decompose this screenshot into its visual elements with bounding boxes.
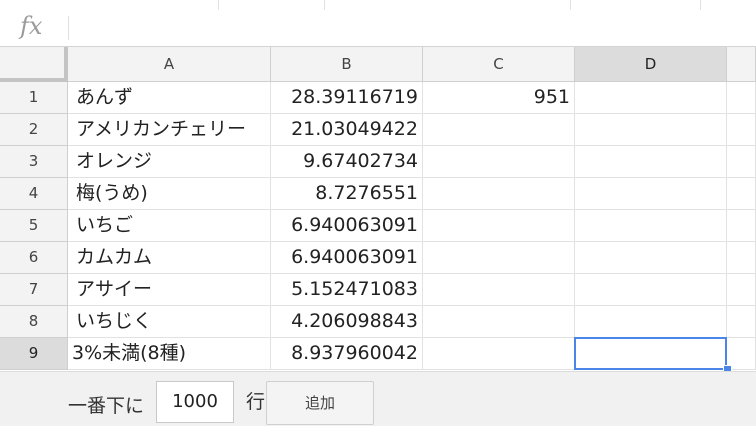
- cell-a7[interactable]: アサイー: [68, 274, 271, 306]
- cell-e2[interactable]: [727, 114, 756, 146]
- cell-b1[interactable]: 28.39116719: [271, 82, 423, 114]
- add-rows-button[interactable]: 追加: [266, 381, 374, 425]
- cell-a4[interactable]: 梅(うめ): [68, 178, 271, 210]
- cell-e5[interactable]: [727, 210, 756, 242]
- formula-input[interactable]: [78, 16, 738, 40]
- cell-d1[interactable]: [575, 82, 727, 114]
- row-header-5[interactable]: 5: [0, 210, 68, 242]
- toolbar-divider: [700, 0, 701, 10]
- cell-e6[interactable]: [727, 242, 756, 274]
- cell-b9[interactable]: 8.937960042: [271, 338, 423, 370]
- cell-d4[interactable]: [575, 178, 727, 210]
- column-header-a[interactable]: A: [68, 47, 271, 82]
- add-rows-suffix-label: 行: [246, 391, 266, 413]
- cell-a3[interactable]: オレンジ: [68, 146, 271, 178]
- cell-c5[interactable]: [423, 210, 575, 242]
- row-header-3[interactable]: 3: [0, 146, 68, 178]
- cell-b8[interactable]: 4.206098843: [271, 306, 423, 338]
- cell-c8[interactable]: [423, 306, 575, 338]
- cell-a5[interactable]: いちご: [68, 210, 271, 242]
- selected-cell-outline: [574, 337, 727, 370]
- cell-b2[interactable]: 21.03049422: [271, 114, 423, 146]
- cell-e8[interactable]: [727, 306, 756, 338]
- cell-d5[interactable]: [575, 210, 727, 242]
- fx-icon: fx: [20, 12, 43, 40]
- row-header-9[interactable]: 9: [0, 338, 68, 370]
- cell-a2[interactable]: アメリカンチェリー: [68, 114, 271, 146]
- cell-c7[interactable]: [423, 274, 575, 306]
- column-header-e[interactable]: [727, 47, 756, 82]
- cell-b7[interactable]: 5.152471083: [271, 274, 423, 306]
- toolbar-divider: [218, 0, 219, 10]
- cell-d6[interactable]: [575, 242, 727, 274]
- cell-c3[interactable]: [423, 146, 575, 178]
- cell-d2[interactable]: [575, 114, 727, 146]
- row-count-input[interactable]: 1000: [156, 381, 234, 423]
- add-rows-footer: 一番下に 1000 行 追加: [0, 371, 756, 426]
- row-header-8[interactable]: 8: [0, 306, 68, 338]
- cell-a9[interactable]: 3%未満(8種): [68, 338, 271, 370]
- column-header-c[interactable]: C: [423, 47, 575, 82]
- formula-bar: fx: [0, 10, 756, 47]
- formula-bar-separator: [68, 16, 69, 40]
- toolbar-divider: [324, 0, 325, 10]
- row-header-2[interactable]: 2: [0, 114, 68, 146]
- add-rows-prefix-label: 一番下に: [68, 395, 145, 417]
- cell-b4[interactable]: 8.7276551: [271, 178, 423, 210]
- cell-b6[interactable]: 6.940063091: [271, 242, 423, 274]
- column-header-d[interactable]: D: [575, 47, 727, 82]
- cell-e4[interactable]: [727, 178, 756, 210]
- row-header-6[interactable]: 6: [0, 242, 68, 274]
- cell-b3[interactable]: 9.67402734: [271, 146, 423, 178]
- select-all-corner[interactable]: [0, 47, 68, 82]
- cell-c1[interactable]: 951: [423, 82, 575, 114]
- column-header-b[interactable]: B: [271, 47, 423, 82]
- toolbar-divider: [570, 0, 571, 10]
- cell-c2[interactable]: [423, 114, 575, 146]
- cell-b5[interactable]: 6.940063091: [271, 210, 423, 242]
- cell-a8[interactable]: いちじく: [68, 306, 271, 338]
- row-header-7[interactable]: 7: [0, 274, 68, 306]
- row-header-4[interactable]: 4: [0, 178, 68, 210]
- cell-a6[interactable]: カムカム: [68, 242, 271, 274]
- row-header-1[interactable]: 1: [0, 82, 68, 114]
- cell-e1[interactable]: [727, 82, 756, 114]
- cell-c4[interactable]: [423, 178, 575, 210]
- cell-d8[interactable]: [575, 306, 727, 338]
- cell-d7[interactable]: [575, 274, 727, 306]
- cell-e3[interactable]: [727, 146, 756, 178]
- cell-c9[interactable]: [423, 338, 575, 370]
- cell-c6[interactable]: [423, 242, 575, 274]
- cell-a1[interactable]: あんず: [68, 82, 271, 114]
- cell-e7[interactable]: [727, 274, 756, 306]
- cell-d3[interactable]: [575, 146, 727, 178]
